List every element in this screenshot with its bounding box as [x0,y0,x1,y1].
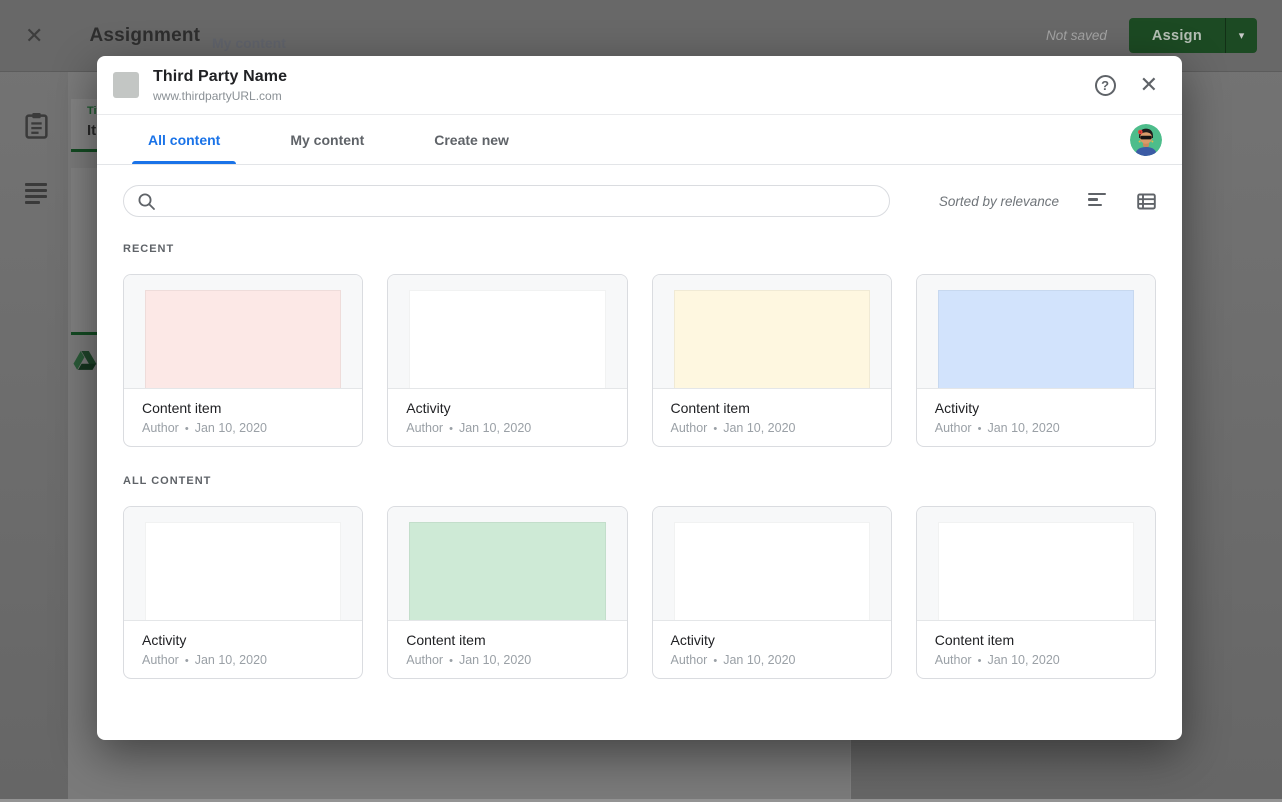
card-thumbnail [388,275,626,389]
card-meta: Author•Jan 10, 2020 [671,421,873,435]
section-heading-all-content: ALL CONTENT [123,475,1156,487]
card-title: Content item [406,632,608,648]
card-thumbnail [653,275,891,389]
card-meta: Author•Jan 10, 2020 [406,653,608,667]
card-meta: Author•Jan 10, 2020 [142,421,344,435]
content-card[interactable]: Activity Author•Jan 10, 2020 [123,506,363,679]
app-logo-placeholder [113,72,139,98]
card-meta: Author•Jan 10, 2020 [935,421,1137,435]
card-thumbnail [388,507,626,621]
card-thumbnail [124,275,362,389]
tab-create-new[interactable]: Create new [418,115,525,164]
content-card[interactable]: Content item Author•Jan 10, 2020 [123,274,363,447]
help-icon[interactable]: ? [1095,75,1116,96]
card-thumbnail [917,507,1155,621]
card-meta: Author•Jan 10, 2020 [142,653,344,667]
description-lines-icon [25,183,47,207]
dialog-body: Sorted by relevance RECENT [97,165,1182,740]
assign-dropdown-caret[interactable]: ▾ [1225,18,1257,53]
card-title: Activity [935,400,1137,416]
ghost-tab-label: My content [212,35,286,51]
background-close-icon[interactable]: ✕ [25,25,43,47]
app-url: www.thirdpartyURL.com [153,89,287,103]
view-list-icon[interactable] [1137,192,1156,211]
background-page-title: Assignment [89,25,200,47]
all-content-card-grid: Activity Author•Jan 10, 2020 Content ite… [123,506,1156,679]
drive-icon [73,350,97,372]
card-title: Content item [935,632,1137,648]
search-input[interactable] [123,185,890,217]
close-icon[interactable]: ✕ [1140,74,1158,96]
card-title: Activity [671,632,873,648]
content-card[interactable]: Activity Author•Jan 10, 2020 [652,506,892,679]
content-card[interactable]: Content item Author•Jan 10, 2020 [652,274,892,447]
third-party-picker-dialog: Third Party Name www.thirdpartyURL.com ?… [97,56,1182,740]
content-card[interactable]: Content item Author•Jan 10, 2020 [387,506,627,679]
assign-button[interactable]: Assign ▾ [1129,18,1257,53]
card-title: Activity [142,632,344,648]
clipboard-icon [24,112,49,139]
app-name: Third Party Name [153,68,287,86]
sort-order-label: Sorted by relevance [939,194,1059,209]
tab-bar: All content My content Create new [97,115,1182,165]
recent-card-grid: Content item Author•Jan 10, 2020 Activit… [123,274,1156,447]
card-thumbnail [653,507,891,621]
sort-icon[interactable] [1088,193,1106,210]
card-thumbnail [124,507,362,621]
card-meta: Author•Jan 10, 2020 [935,653,1137,667]
assign-button-label[interactable]: Assign [1129,18,1225,53]
content-card[interactable]: Activity Author•Jan 10, 2020 [387,274,627,447]
save-status-label: Not saved [1046,28,1107,43]
card-title: Content item [671,400,873,416]
section-heading-recent: RECENT [123,243,1156,255]
content-card[interactable]: Content item Author•Jan 10, 2020 [916,506,1156,679]
card-thumbnail [917,275,1155,389]
card-meta: Author•Jan 10, 2020 [406,421,608,435]
tab-all-content[interactable]: All content [132,115,236,164]
search-icon [137,192,156,211]
dialog-header: Third Party Name www.thirdpartyURL.com ?… [97,56,1182,115]
card-title: Activity [406,400,608,416]
content-card[interactable]: Activity Author•Jan 10, 2020 [916,274,1156,447]
avatar[interactable] [1130,124,1162,156]
card-title: Content item [142,400,344,416]
card-meta: Author•Jan 10, 2020 [671,653,873,667]
tab-my-content[interactable]: My content [274,115,380,164]
